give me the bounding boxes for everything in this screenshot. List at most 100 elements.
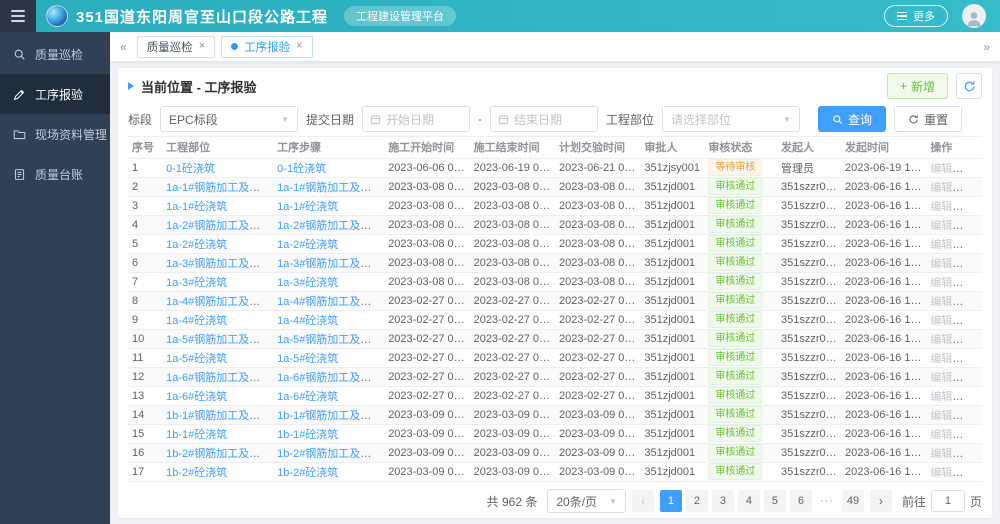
step-link[interactable]: 1a-5#钢筋加工及安装 [277,334,382,346]
prev-page-button[interactable]: ‹ [631,490,654,512]
part-link[interactable]: 1a-5#钢筋加工及安装 [166,334,271,346]
step-link[interactable]: 1a-4#钢筋加工及安装 [277,296,382,308]
part-link[interactable]: 1b-2#钢筋加工及安装 [166,448,271,460]
edit-link[interactable]: 编辑 [930,353,952,365]
start-date-input[interactable]: 开始日期 [362,106,471,132]
step-link[interactable]: 1a-3#砼浇筑 [277,277,338,289]
status-badge: 审核通过 [708,216,763,233]
goto-page-input[interactable] [930,490,965,512]
refresh-icon [964,80,974,91]
more-button[interactable]: 更多 [884,5,948,27]
search-button[interactable]: 查询 [818,106,887,132]
sidebar-item-quality-ledger[interactable]: 质量台账 [0,154,110,194]
page-size-select[interactable]: 20条/页 ▼ [547,489,626,513]
next-page-button[interactable]: › [869,490,892,512]
end-date-input[interactable]: 结束日期 [490,106,599,132]
tab-process-report[interactable]: 工序报验 × [221,35,313,58]
step-link[interactable]: 1a-3#钢筋加工及安装 [277,258,382,270]
tabs-scroll-left-icon[interactable]: « [118,40,129,54]
sidebar-item-quality-inspection[interactable]: 质量巡检 [0,34,110,74]
part-link[interactable]: 1a-3#钢筋加工及安装 [166,258,271,270]
content-panel: 当前位置 - 工序报验 + 新增 标段 EPC标段 ▼ 提交日期 开始日期 - … [118,68,992,518]
part-link[interactable]: 0-1砼浇筑 [166,163,215,175]
page-number-button[interactable]: ··· [816,490,838,512]
part-link[interactable]: 1a-1#钢筋加工及安装 [166,182,271,194]
edit-link[interactable]: 编辑 [930,296,952,308]
part-link[interactable]: 1a-2#钢筋加工及安装 [166,220,271,232]
part-link[interactable]: 1b-2#砼浇筑 [166,467,227,479]
page-number-button[interactable]: 5 [763,490,786,512]
part-link[interactable]: 1a-6#砼浇筑 [166,391,227,403]
tabs-scroll-right-icon[interactable]: » [981,40,992,54]
edit-link[interactable]: 编辑 [930,163,952,175]
part-link[interactable]: 1a-3#砼浇筑 [166,277,227,289]
edit-link[interactable]: 编辑 [930,410,952,422]
part-link[interactable]: 1a-1#砼浇筑 [166,201,227,213]
process-table: 序号 工程部位 工序步骤 施工开始时间 施工结束时间 计划交验时间 审批人 审核… [128,136,982,484]
part-link[interactable]: 1b-1#砼浇筑 [166,429,227,441]
page-number-button[interactable]: 49 [841,490,864,512]
add-button[interactable]: + 新增 [886,73,948,99]
edit-link[interactable]: 编辑 [930,334,952,346]
sidebar-toggle[interactable] [0,0,36,32]
step-link[interactable]: 1a-2#钢筋加工及安装 [277,220,382,232]
cell-plan-time: 2023-03-09 00:00 [554,462,641,482]
sidebar-item-site-documents[interactable]: 现场资料管理 [0,114,110,154]
page-number-button[interactable]: 4 [737,490,760,512]
edit-link[interactable]: 编辑 [930,182,952,194]
part-link[interactable]: 1a-2#砼浇筑 [166,239,227,251]
edit-link[interactable]: 编辑 [930,467,952,479]
avatar[interactable] [962,4,986,28]
step-link[interactable]: 1b-2#钢筋加工及安装 [277,448,382,460]
step-link[interactable]: 1a-6#钢筋加工及安装 [277,372,382,384]
part-link[interactable]: 1a-4#砼浇筑 [166,315,227,327]
part-link[interactable]: 1b-1#钢筋加工及安装 [166,410,271,422]
step-link[interactable]: 1a-6#砼浇筑 [277,391,338,403]
section-select[interactable]: EPC标段 ▼ [160,106,299,132]
edit-link[interactable]: 编辑 [930,258,952,270]
step-link[interactable]: 1a-5#砼浇筑 [277,353,338,365]
sidebar-item-process-report[interactable]: 工序报验 [0,74,110,114]
cell-end-time: 2023-03-09 00:00 [469,424,555,444]
page-number-button[interactable]: 2 [685,490,708,512]
step-link[interactable]: 1b-2#砼浇筑 [277,467,338,479]
cell-plan-time: 2023-02-27 00:00 [554,367,641,387]
edit-link[interactable]: 编辑 [930,391,952,403]
edit-link[interactable]: 编辑 [930,277,952,289]
edit-link[interactable]: 编辑 [930,315,952,327]
part-select[interactable]: 请选择部位 ▼ [662,106,801,132]
part-link[interactable]: 1a-5#砼浇筑 [166,353,227,365]
page-number-button[interactable]: 1 [659,490,682,512]
tab-quality-inspection[interactable]: 质量巡检 × [136,35,216,58]
edit-link[interactable]: 编辑 [930,429,952,441]
page-number-button[interactable]: 3 [711,490,734,512]
edit-link[interactable]: 编辑 [930,220,952,232]
refresh-button[interactable] [956,73,982,99]
step-link[interactable]: 1a-1#钢筋加工及安装 [277,182,382,194]
cell-initiate-time: 2023-06-16 14:30 [841,405,927,425]
edit-link[interactable]: 编辑 [930,201,952,213]
page-number-button[interactable]: 6 [789,490,812,512]
edit-link[interactable]: 编辑 [930,372,952,384]
cell-initiator: 351szzr001 [776,291,842,311]
step-link[interactable]: 1a-2#砼浇筑 [277,239,338,251]
step-link[interactable]: 1a-4#砼浇筑 [277,315,338,327]
step-link[interactable]: 1b-1#砼浇筑 [277,429,338,441]
more-button-label: 更多 [913,11,935,23]
tab-close-icon[interactable]: × [296,41,302,52]
plus-icon: + [899,79,907,93]
reset-button[interactable]: 重置 [894,106,963,132]
edit-link[interactable]: 编辑 [930,448,952,460]
cell-initiator: 351szzr001 [776,253,842,273]
edit-link[interactable]: 编辑 [930,239,952,251]
part-link[interactable]: 1a-4#钢筋加工及安装 [166,296,271,308]
cell-approver: 351zjd001 [640,386,705,406]
step-link[interactable]: 1b-1#钢筋加工及安装 [277,410,382,422]
step-link[interactable]: 0-1砼浇筑 [277,163,326,175]
step-link[interactable]: 1a-1#砼浇筑 [277,201,338,213]
part-link[interactable]: 1a-6#钢筋加工及安装 [166,372,271,384]
cell-initiate-time: 2023-06-16 14:26 [841,329,927,349]
cell-start-time: 2023-02-27 00:00 [384,291,470,311]
tab-close-icon[interactable]: × [199,41,205,52]
table-row: 8 1a-4#钢筋加工及安装 1a-4#钢筋加工及安装 2023-02-27 0… [128,291,982,311]
